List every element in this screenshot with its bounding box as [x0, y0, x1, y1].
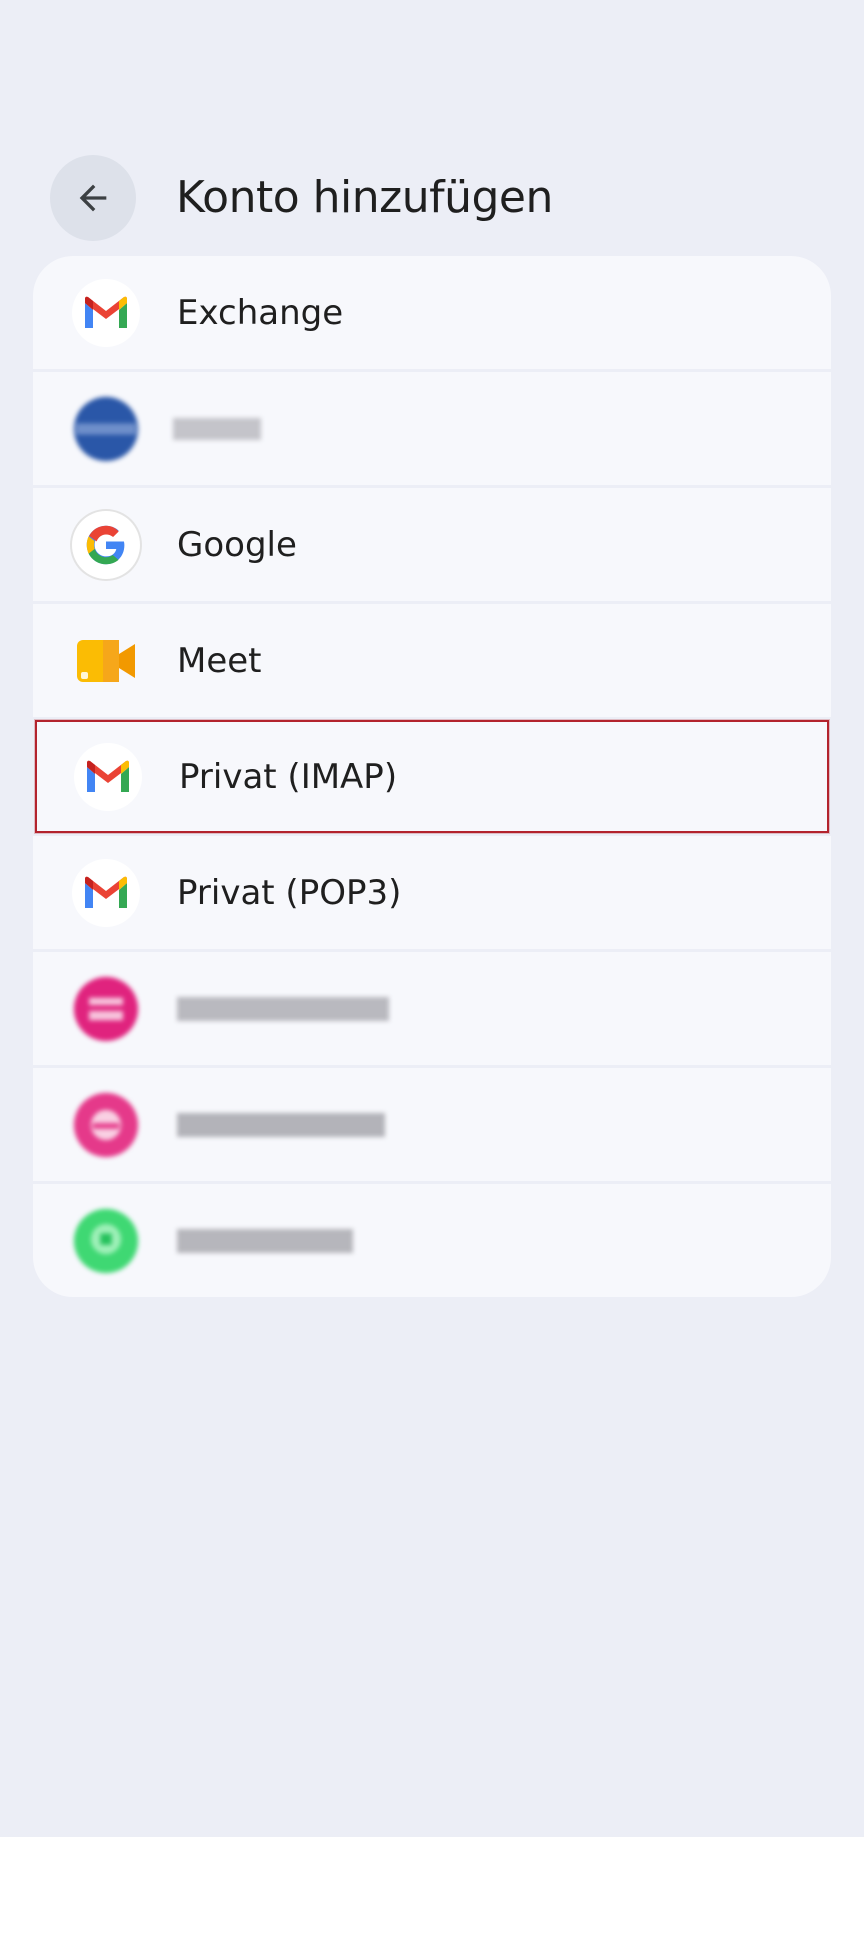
blurred-label-block — [177, 1112, 385, 1137]
account-item-hidden-4[interactable] — [33, 1184, 831, 1297]
blurred-label-block — [177, 1228, 353, 1253]
screen: Konto hinzufügen Exchange Google Meet Pr… — [0, 0, 864, 1837]
blurred-label-block — [177, 996, 389, 1021]
account-item-label: Exchange — [177, 292, 344, 333]
account-item-meet[interactable]: Meet — [33, 604, 831, 717]
account-item-hidden-1[interactable] — [33, 372, 831, 485]
blurred-label-block — [173, 417, 261, 440]
gmail-icon — [74, 742, 142, 811]
blurred-pink-mail-icon — [72, 1091, 140, 1159]
account-item-hidden-3[interactable] — [33, 1068, 831, 1181]
account-item-hidden-2[interactable] — [33, 952, 831, 1065]
back-button[interactable] — [50, 155, 136, 241]
account-item-privat-imap[interactable]: Privat (IMAP) — [35, 720, 829, 833]
gmail-icon — [72, 278, 140, 347]
meet-icon — [72, 627, 140, 695]
account-item-label: Meet — [177, 640, 262, 681]
arrow-back-icon — [79, 184, 107, 212]
blurred-blue-icon — [72, 395, 140, 463]
account-item-label: Google — [177, 524, 297, 565]
account-item-privat-pop3[interactable]: Privat (POP3) — [33, 836, 831, 949]
account-item-label: Privat (POP3) — [177, 872, 402, 913]
navigation-bar-area — [0, 1837, 864, 1939]
blurred-green-icon — [72, 1207, 140, 1275]
blurred-pink-mail-icon — [72, 975, 140, 1043]
account-type-list: Exchange Google Meet Privat (IMAP) Priva… — [33, 256, 831, 1297]
gmail-icon — [72, 858, 140, 927]
page-title: Konto hinzufügen — [176, 172, 553, 223]
account-item-exchange[interactable]: Exchange — [33, 256, 831, 369]
account-item-google[interactable]: Google — [33, 488, 831, 601]
google-icon — [72, 510, 140, 579]
account-item-label: Privat (IMAP) — [179, 756, 398, 797]
